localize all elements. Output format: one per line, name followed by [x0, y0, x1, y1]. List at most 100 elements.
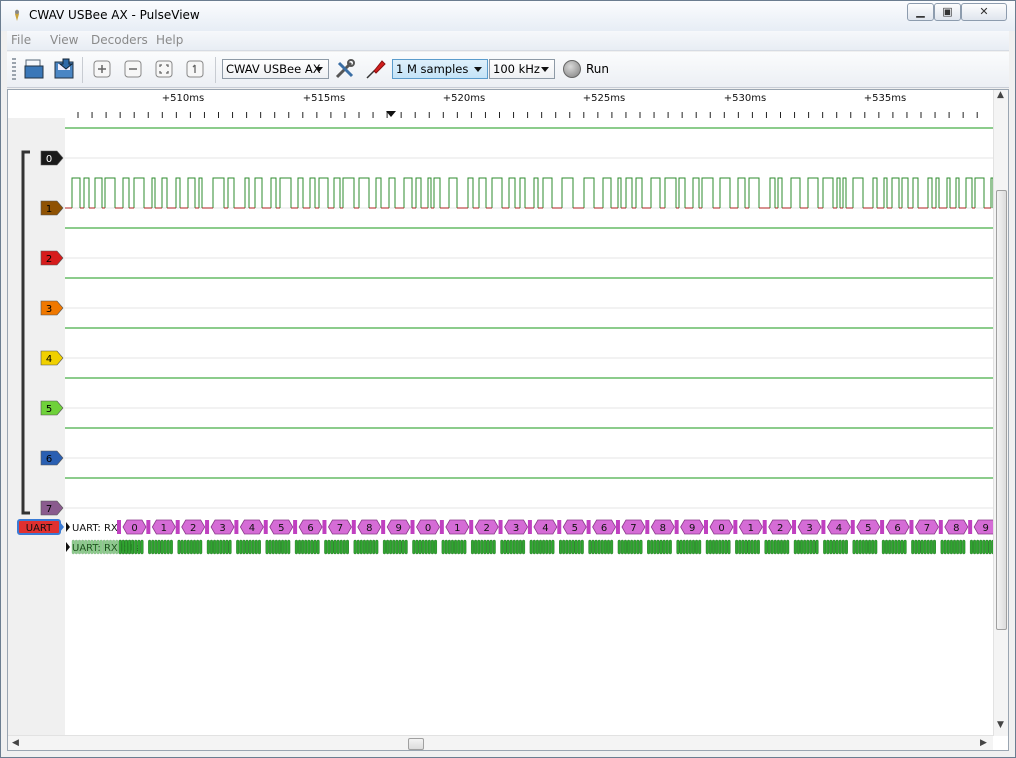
uart-bit-box: [940, 539, 944, 555]
waveform-high-pulse: [104, 177, 116, 208]
uart-bits-group: [969, 539, 993, 555]
uart-bit-box: [492, 539, 496, 555]
decoder-value-text: 9: [982, 523, 988, 534]
uart-bit-box: [404, 539, 408, 555]
horizontal-scroll-thumb[interactable]: [408, 738, 424, 750]
uart-bit-box: [471, 539, 475, 555]
uart-data-value: 6: [586, 519, 617, 535]
save-file-button[interactable]: [53, 58, 75, 80]
waveform-high-pulse: [309, 177, 316, 208]
uart-bit-box: [330, 539, 334, 555]
waveform-high-pulse: [561, 177, 574, 208]
uart-bit-box: [747, 539, 751, 555]
uart-bits-group: [294, 539, 320, 555]
uart-bit-box: [375, 539, 379, 555]
zoom-fit-button[interactable]: [153, 58, 175, 80]
uart-bit-box: [793, 539, 797, 555]
uart-bit-box: [976, 539, 980, 555]
uart-bit-box: [718, 539, 722, 555]
uart-bit-box: [832, 539, 836, 555]
scroll-down-icon[interactable]: ▼: [997, 720, 1004, 730]
tools-icon: [335, 59, 355, 79]
decoder-value-text: 0: [718, 523, 724, 534]
uart-bit-box: [216, 539, 220, 555]
decoder-value-text: 7: [337, 523, 343, 534]
uart-bit-box: [248, 539, 252, 555]
waveform-high-pulse: [478, 177, 487, 208]
waveform-high-pulse: [448, 177, 458, 208]
uart-bit-box: [809, 539, 813, 555]
toolbar-separator: [215, 57, 216, 83]
uart-bit-box: [102, 539, 106, 555]
uart-data-value: 8: [938, 519, 969, 535]
waveform-high-pulse: [467, 177, 474, 208]
device-selector[interactable]: CWAV USBee AX: [222, 59, 329, 79]
uart-bits-group: [324, 539, 349, 555]
trace-viewport[interactable]: +510ms +515ms +520ms +525ms +530ms +535ms 0 1 2…: [7, 89, 1009, 751]
open-file-button[interactable]: [23, 58, 45, 80]
uart-bit-box: [316, 539, 320, 555]
uart-bit-box: [562, 539, 566, 555]
waveform-high-pulse: [955, 177, 960, 208]
uart-bit-box: [653, 539, 657, 555]
scroll-right-icon[interactable]: ▶: [980, 738, 987, 748]
vertical-scroll-thumb[interactable]: [996, 190, 1007, 630]
run-status-icon[interactable]: [563, 60, 581, 78]
zoom-one-to-one-button[interactable]: [184, 58, 206, 80]
toolbar-grip[interactable]: [12, 58, 16, 82]
horizontal-scrollbar[interactable]: ◀ ▶: [8, 735, 993, 750]
uart-data-value: 3: [498, 519, 529, 535]
uart-bit-box: [826, 539, 830, 555]
uart-bit-box: [962, 539, 966, 555]
menu-file[interactable]: File: [11, 33, 31, 47]
menu-view[interactable]: View: [50, 33, 78, 47]
zoom-in-button[interactable]: [91, 58, 113, 80]
uart-bit-box: [982, 539, 986, 555]
device-config-button[interactable]: [334, 58, 356, 80]
uart-bit-box: [254, 539, 258, 555]
uart-bit-box: [474, 539, 478, 555]
uart-bit-box: [134, 539, 138, 555]
uart-bit-box: [542, 539, 546, 555]
waveform-high-pulse: [533, 177, 539, 208]
samplerate-selector[interactable]: 100 kHz: [489, 59, 555, 79]
uart-bit-box: [888, 539, 892, 555]
uart-bit-box: [591, 539, 595, 555]
probes-button[interactable]: [365, 58, 387, 80]
sample-count-value: 1 M samples: [396, 62, 469, 76]
sample-count-selector[interactable]: 1 M samples: [392, 59, 488, 79]
uart-decoder-header[interactable]: UART: [17, 519, 64, 535]
channel-label-text: 5: [46, 404, 52, 415]
decoder-value-text: 4: [249, 523, 255, 534]
minimize-button[interactable]: ▁: [907, 3, 934, 21]
uart-bit-box: [741, 539, 745, 555]
run-button-label[interactable]: Run: [586, 62, 609, 76]
main-window: CWAV USBee AX - PulseView ▁ ▣ ✕ File Vie…: [0, 0, 1016, 758]
uart-bits-group: [881, 539, 907, 555]
uart-bit-box: [434, 539, 438, 555]
trace-view[interactable]: +510ms +515ms +520ms +525ms +530ms +535ms 0 1 2…: [8, 90, 993, 735]
device-selector-value: CWAV USBee AX: [226, 62, 321, 76]
uart-bit-box: [911, 539, 915, 555]
close-button[interactable]: ✕: [961, 3, 1007, 21]
uart-data-value: 7: [909, 519, 939, 535]
time-ruler[interactable]: +510ms +515ms +520ms +525ms +530ms +535ms: [8, 90, 993, 118]
uart-bit-box: [228, 539, 232, 555]
maximize-button[interactable]: ▣: [934, 3, 961, 21]
uart-bit-box: [192, 539, 196, 555]
menu-decoders[interactable]: Decoders: [91, 33, 148, 47]
waveform-high-pulse: [737, 177, 746, 208]
uart-bit-box: [298, 539, 302, 555]
uart-bit-box: [327, 539, 331, 555]
scroll-left-icon[interactable]: ◀: [12, 738, 19, 748]
zoom-out-button[interactable]: [122, 58, 144, 80]
window-title: CWAV USBee AX - PulseView: [29, 8, 200, 22]
chevron-down-icon: [315, 67, 323, 72]
decoder-value-text: 2: [190, 523, 196, 534]
uart-bits-group: [529, 539, 555, 555]
scroll-up-icon[interactable]: ▲: [997, 90, 1004, 100]
decoder-value-text: 3: [513, 523, 519, 534]
vertical-scrollbar[interactable]: ▲ ▼: [993, 90, 1008, 736]
menu-help[interactable]: Help: [156, 33, 183, 47]
uart-bit-box: [392, 539, 396, 555]
